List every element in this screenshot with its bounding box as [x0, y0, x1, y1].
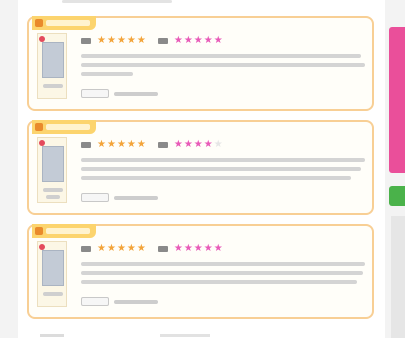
star-icon: ★: [116, 139, 126, 150]
star-icon: ★: [136, 35, 146, 46]
product-image: [42, 146, 64, 182]
rating-label-b: [157, 38, 168, 44]
review-meta: [114, 299, 158, 304]
star-icon: ★: [106, 35, 116, 46]
review-action-button[interactable]: [81, 89, 109, 98]
rating-label-a: [81, 38, 91, 44]
review-meta: [114, 91, 158, 96]
rating-row: ★ ★ ★ ★ ★ ★ ★ ★ ★ ★: [81, 244, 223, 254]
review-text-line: [81, 167, 361, 171]
review-action-button[interactable]: [81, 193, 109, 202]
star-icon: ★: [106, 243, 116, 254]
review-text-line: [81, 262, 365, 266]
review-footer: [81, 89, 158, 98]
rating-row: ★ ★ ★ ★ ★ ★ ★ ★ ★ ★: [81, 36, 223, 46]
peek-content: [40, 334, 64, 337]
reviewer-photo[interactable]: [37, 33, 67, 99]
reviewer-photo[interactable]: [37, 137, 67, 203]
star-icon: ★: [213, 139, 223, 150]
star-icon: ★: [213, 243, 223, 254]
review-text-line: [81, 271, 363, 275]
star-icon: ★: [193, 243, 203, 254]
star-icon: ★: [136, 139, 146, 150]
review-text-line: [81, 176, 351, 180]
review-badge: [32, 224, 96, 238]
review-text-line: [81, 72, 133, 76]
side-tab-pink[interactable]: [389, 27, 405, 173]
review-text-line: [81, 280, 357, 284]
star-icon: ★: [116, 35, 126, 46]
top-edge-content: [62, 0, 172, 3]
star-icon: ★: [116, 243, 126, 254]
star-icon: ★: [193, 35, 203, 46]
star-icon: ★: [203, 139, 213, 150]
star-rating-a: ★ ★ ★ ★ ★: [97, 244, 146, 254]
rating-row: ★ ★ ★ ★ ★ ★ ★ ★ ★ ★: [81, 140, 223, 150]
star-icon: ★: [203, 35, 213, 46]
crown-icon: [35, 123, 43, 131]
star-icon: ★: [173, 139, 183, 150]
star-icon: ★: [183, 243, 193, 254]
star-icon: ★: [183, 139, 193, 150]
rating-label-a: [81, 246, 91, 252]
star-rating-a: ★ ★ ★ ★ ★: [97, 36, 146, 46]
rating-label-a: [81, 142, 91, 148]
star-icon: ★: [126, 139, 136, 150]
badge-label: [46, 124, 90, 130]
star-icon: ★: [173, 35, 183, 46]
review-footer: [81, 297, 158, 306]
photo-caption: [43, 84, 63, 88]
review-action-button[interactable]: [81, 297, 109, 306]
reviewer-photo[interactable]: [37, 241, 67, 307]
star-icon: ★: [193, 139, 203, 150]
badge-label: [46, 228, 90, 234]
review-text-line: [81, 54, 361, 58]
review-badge: [32, 16, 96, 30]
crown-icon: [35, 19, 43, 27]
review-badge: [32, 120, 96, 134]
star-icon: ★: [126, 243, 136, 254]
star-icon: ★: [173, 243, 183, 254]
badge-label: [46, 20, 90, 26]
review-text-line: [81, 158, 365, 162]
photo-caption: [43, 188, 63, 192]
product-image: [42, 250, 64, 286]
product-image: [42, 42, 64, 78]
star-icon: ★: [97, 243, 106, 254]
star-rating-b: ★ ★ ★ ★ ★: [174, 140, 223, 150]
star-icon: ★: [126, 35, 136, 46]
crown-icon: [35, 227, 43, 235]
side-scroll-area: [391, 216, 405, 338]
star-rating-a: ★ ★ ★ ★ ★: [97, 140, 146, 150]
star-icon: ★: [136, 243, 146, 254]
star-icon: ★: [213, 35, 223, 46]
review-footer: [81, 193, 158, 202]
photo-caption: [43, 292, 63, 296]
rating-label-b: [157, 246, 168, 252]
star-icon: ★: [106, 139, 116, 150]
review-card: ★ ★ ★ ★ ★ ★ ★ ★ ★ ★: [27, 16, 374, 111]
review-text-line: [81, 63, 365, 67]
star-icon: ★: [203, 243, 213, 254]
photo-caption-line: [46, 195, 60, 199]
star-icon: ★: [183, 35, 193, 46]
review-card: ★ ★ ★ ★ ★ ★ ★ ★ ★ ★: [27, 224, 374, 319]
star-icon: ★: [97, 139, 106, 150]
star-icon: ★: [97, 35, 106, 46]
star-rating-b: ★ ★ ★ ★ ★: [174, 36, 223, 46]
review-card: ★ ★ ★ ★ ★ ★ ★ ★ ★ ★: [27, 120, 374, 215]
next-review-peek: [30, 331, 370, 338]
review-meta: [114, 195, 158, 200]
star-rating-b: ★ ★ ★ ★ ★: [174, 244, 223, 254]
peek-content: [160, 334, 210, 337]
rating-label-b: [157, 142, 168, 148]
side-tab-green[interactable]: [389, 186, 405, 206]
